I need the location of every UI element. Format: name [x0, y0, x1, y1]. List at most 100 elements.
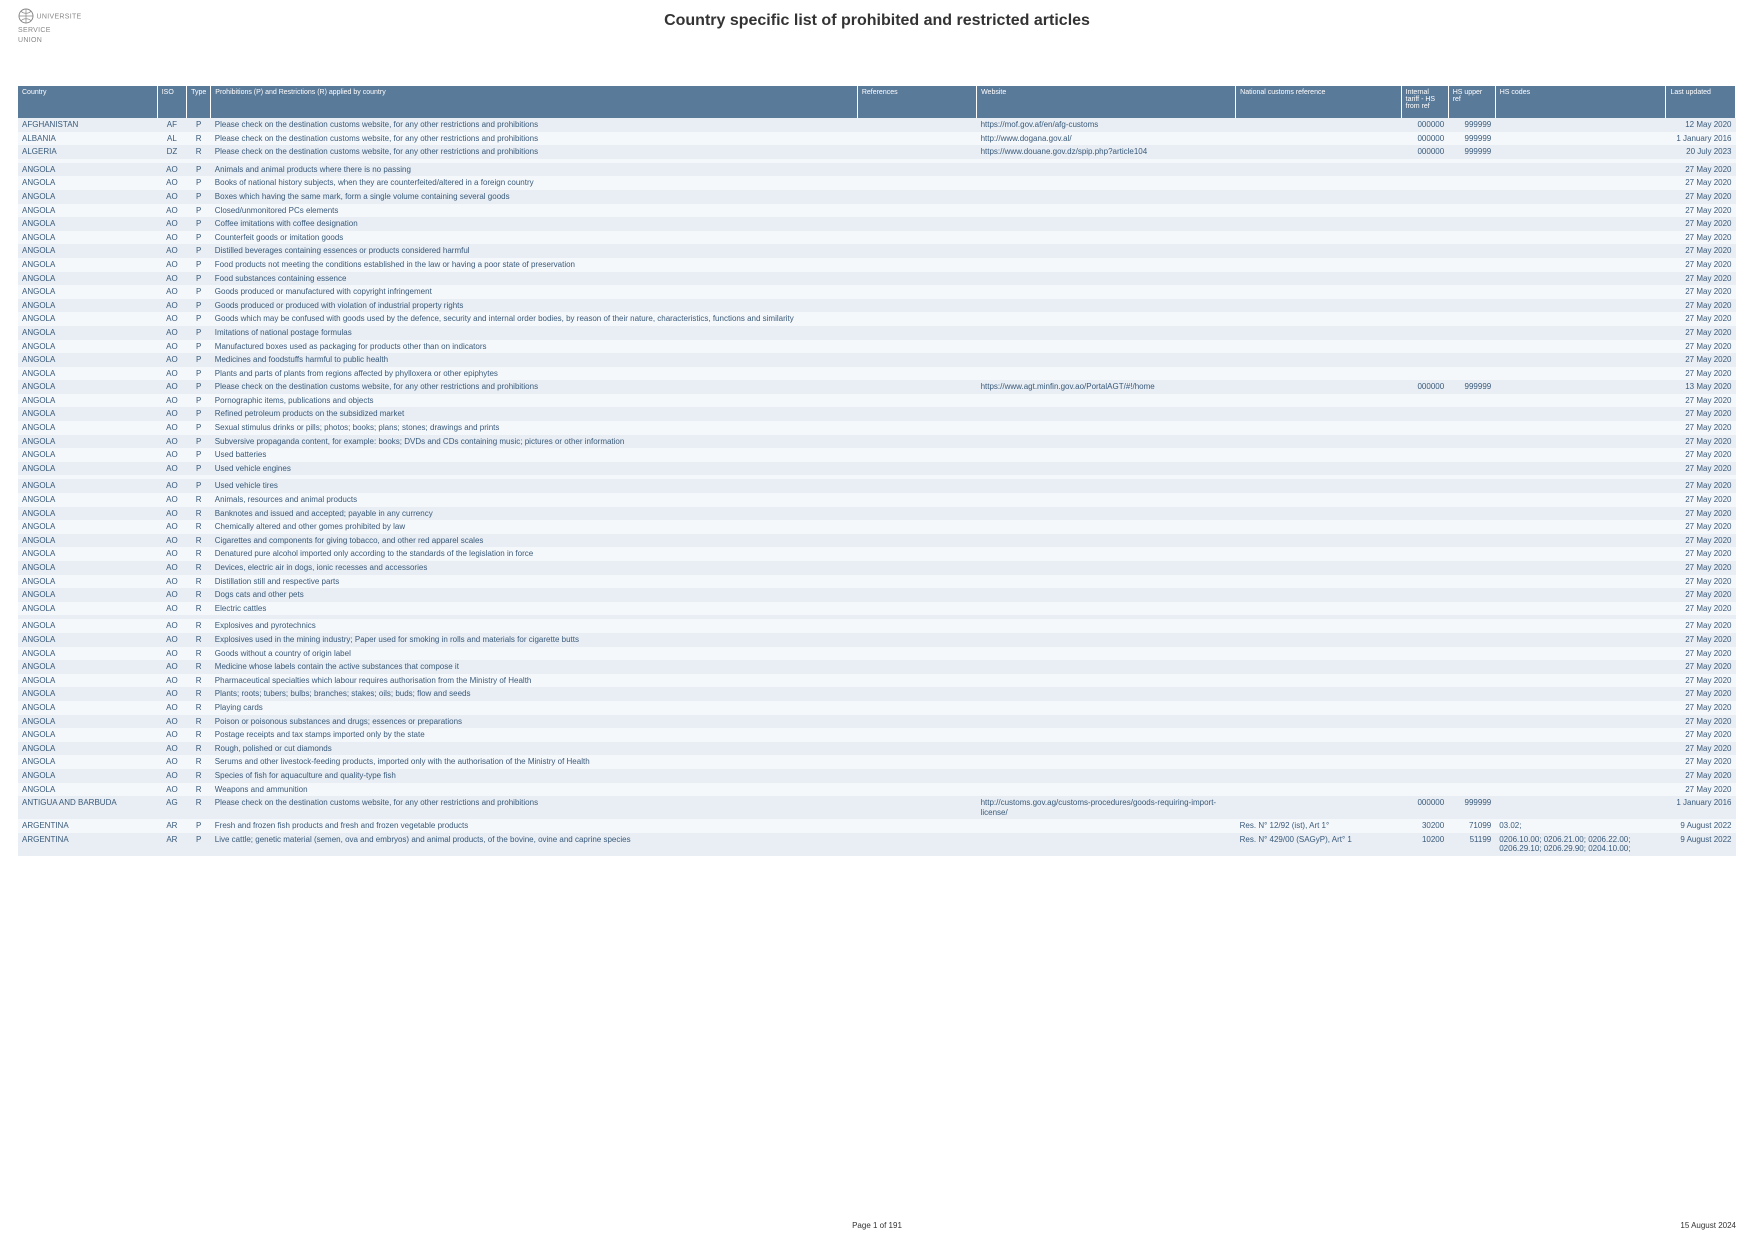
cell-upd: 27 May 2020 [1666, 299, 1736, 313]
cell-ref [857, 353, 976, 367]
cell-type: P [187, 407, 211, 421]
cell-country: ANGOLA [18, 285, 157, 299]
cell-hs [1495, 728, 1666, 742]
cell-hsf [1401, 619, 1448, 633]
cell-ref [857, 448, 976, 462]
cell-iso: AO [157, 769, 186, 783]
cell-hst: 999999 [1448, 132, 1495, 146]
cell-hs [1495, 299, 1666, 313]
cell-hst [1448, 520, 1495, 534]
cell-ref [857, 190, 976, 204]
cell-type: R [187, 132, 211, 146]
table-row: ANGOLAAORPharmaceutical specialties whic… [18, 674, 1736, 688]
table-row: ANGOLAAORExplosives used in the mining i… [18, 633, 1736, 647]
cell-hst [1448, 783, 1495, 797]
cell-nat [1236, 619, 1401, 633]
cell-type: R [187, 796, 211, 819]
cell-country: ANGOLA [18, 244, 157, 258]
cell-hsf [1401, 493, 1448, 507]
cell-desc: Used batteries [211, 448, 858, 462]
cell-upd: 27 May 2020 [1666, 660, 1736, 674]
cell-ref [857, 561, 976, 575]
cell-hsf [1401, 588, 1448, 602]
cell-type: R [187, 619, 211, 633]
cell-hsf [1401, 561, 1448, 575]
cell-iso: AO [157, 547, 186, 561]
cell-upd: 27 May 2020 [1666, 520, 1736, 534]
cell-upd: 27 May 2020 [1666, 493, 1736, 507]
cell-hsf [1401, 204, 1448, 218]
cell-nat: Res. N° 429/00 (SAGyP), Art° 1 [1236, 833, 1401, 856]
cell-country: ANGOLA [18, 602, 157, 616]
cell-type: P [187, 367, 211, 381]
cell-iso: AO [157, 244, 186, 258]
cell-upd: 27 May 2020 [1666, 479, 1736, 493]
cell-upd: 27 May 2020 [1666, 755, 1736, 769]
cell-hsf [1401, 217, 1448, 231]
cell-upd: 27 May 2020 [1666, 231, 1736, 245]
cell-hst: 999999 [1448, 380, 1495, 394]
cell-hsf [1401, 299, 1448, 313]
cell-desc: Species of fish for aquaculture and qual… [211, 769, 858, 783]
cell-web [977, 701, 1236, 715]
cell-hst [1448, 674, 1495, 688]
cell-hst [1448, 715, 1495, 729]
table-row: ANGOLAAORBanknotes and issued and accept… [18, 507, 1736, 521]
cell-hst [1448, 367, 1495, 381]
cell-type: R [187, 602, 211, 616]
cell-desc: Goods produced or manufactured with copy… [211, 285, 858, 299]
table-row: ANGOLAAOPUsed vehicle engines27 May 2020 [18, 462, 1736, 476]
cell-iso: AO [157, 421, 186, 435]
cell-iso: AO [157, 660, 186, 674]
cell-country: ANGOLA [18, 421, 157, 435]
cell-desc: Please check on the destination customs … [211, 796, 858, 819]
cell-nat [1236, 660, 1401, 674]
table-row: ANGOLAAORExplosives and pyrotechnics27 M… [18, 619, 1736, 633]
cell-iso: AO [157, 561, 186, 575]
cell-hsf [1401, 575, 1448, 589]
cell-country: ANGOLA [18, 660, 157, 674]
cell-hs [1495, 755, 1666, 769]
cell-web [977, 163, 1236, 177]
cell-upd: 27 May 2020 [1666, 534, 1736, 548]
cell-country: ANGOLA [18, 340, 157, 354]
cell-type: R [187, 755, 211, 769]
cell-nat [1236, 272, 1401, 286]
cell-desc: Goods without a country of origin label [211, 647, 858, 661]
cell-type: P [187, 204, 211, 218]
cell-hst [1448, 462, 1495, 476]
cell-type: P [187, 163, 211, 177]
cell-desc: Refined petroleum products on the subsid… [211, 407, 858, 421]
cell-hst [1448, 575, 1495, 589]
cell-country: ANGOLA [18, 575, 157, 589]
cell-hs [1495, 547, 1666, 561]
cell-nat [1236, 479, 1401, 493]
cell-iso: AO [157, 783, 186, 797]
cell-desc: Cigarettes and components for giving tob… [211, 534, 858, 548]
cell-web [977, 520, 1236, 534]
cell-nat [1236, 448, 1401, 462]
cell-country: ANGOLA [18, 299, 157, 313]
cell-desc: Chemically altered and other gomes prohi… [211, 520, 858, 534]
cell-web: http://www.dogana.gov.al/ [977, 132, 1236, 146]
cell-country: ANGOLA [18, 701, 157, 715]
cell-hsf [1401, 285, 1448, 299]
cell-ref [857, 728, 976, 742]
cell-iso: AO [157, 367, 186, 381]
cell-hs [1495, 701, 1666, 715]
cell-upd: 27 May 2020 [1666, 285, 1736, 299]
cell-iso: AO [157, 394, 186, 408]
cell-web [977, 575, 1236, 589]
cell-country: ALBANIA [18, 132, 157, 146]
cell-iso: AO [157, 534, 186, 548]
cell-hsf [1401, 190, 1448, 204]
cell-hs [1495, 326, 1666, 340]
cell-nat [1236, 796, 1401, 819]
cell-hs [1495, 715, 1666, 729]
cell-type: R [187, 520, 211, 534]
cell-hsf: 10200 [1401, 833, 1448, 856]
cell-desc: Distillation still and respective parts [211, 575, 858, 589]
cell-country: ANGOLA [18, 755, 157, 769]
cell-web [977, 407, 1236, 421]
cell-web [977, 258, 1236, 272]
